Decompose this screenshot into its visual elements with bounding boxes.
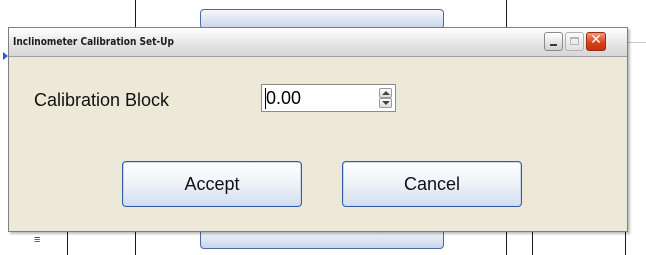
- accept-button[interactable]: Accept: [122, 161, 302, 207]
- calibration-block-value[interactable]: 0.00: [265, 88, 301, 109]
- calibration-block-label: Calibration Block: [34, 90, 170, 110]
- spin-down-button[interactable]: [379, 98, 392, 108]
- background-divider: [532, 230, 533, 255]
- background-divider: [67, 230, 68, 255]
- close-icon: ✕: [590, 32, 602, 48]
- spinner-buttons: [379, 88, 392, 108]
- calibration-block-spinner[interactable]: 0.00: [261, 84, 396, 112]
- title-bar[interactable]: Inclinometer Calibration Set-Up ✕: [9, 28, 627, 57]
- list-icon: ≡: [34, 234, 41, 246]
- background-button: [200, 229, 444, 249]
- maximize-icon: [570, 37, 579, 45]
- maximize-button[interactable]: [565, 32, 584, 51]
- background-divider: [506, 0, 507, 28]
- chevron-up-icon: [382, 91, 390, 95]
- spin-up-button[interactable]: [379, 88, 392, 98]
- minimize-icon: [550, 44, 557, 46]
- close-button[interactable]: ✕: [586, 32, 606, 51]
- window-title: Inclinometer Calibration Set-Up: [13, 35, 174, 48]
- minimize-button[interactable]: [544, 32, 563, 51]
- background-rule: [628, 42, 646, 43]
- cancel-button[interactable]: Cancel: [342, 161, 522, 207]
- background-button: [200, 9, 444, 29]
- background-divider: [625, 230, 626, 255]
- chevron-down-icon: [382, 101, 390, 105]
- calibration-dialog: Inclinometer Calibration Set-Up ✕ Calibr…: [8, 27, 628, 232]
- background-divider: [506, 230, 507, 255]
